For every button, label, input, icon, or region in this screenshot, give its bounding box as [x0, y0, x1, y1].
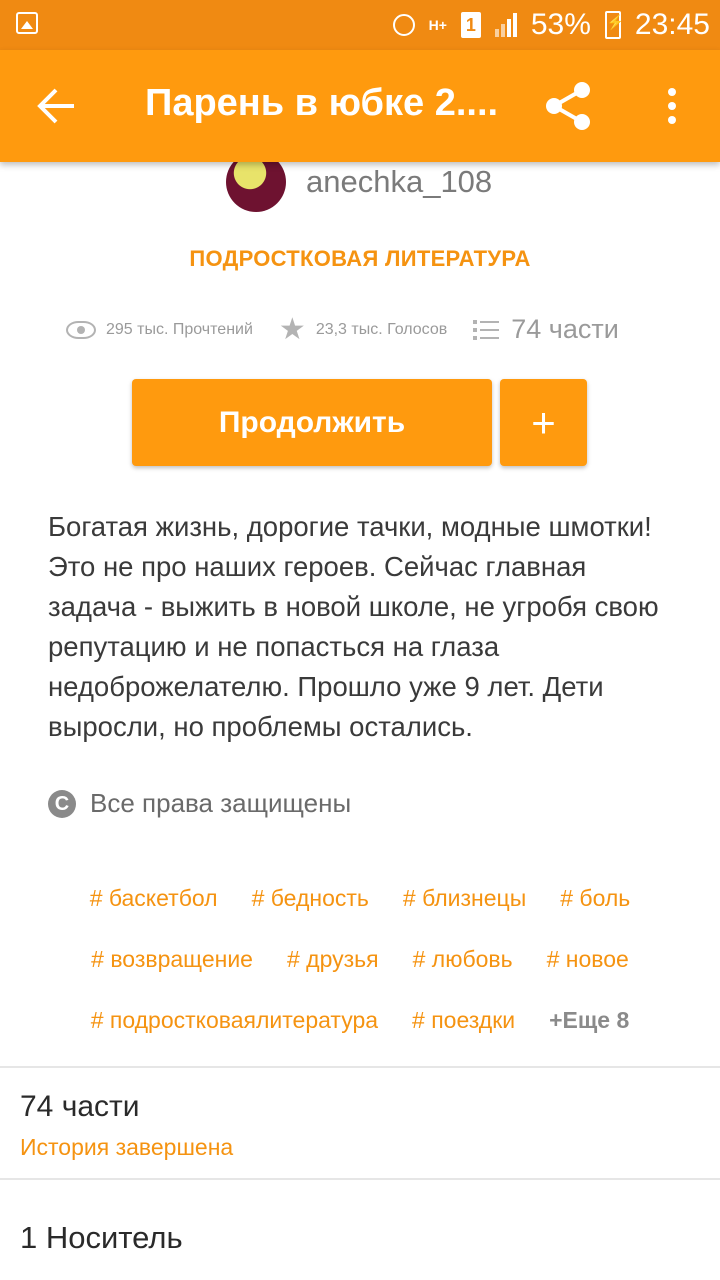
- tag[interactable]: # друзья: [287, 946, 379, 973]
- tag[interactable]: # подростковаялитература: [91, 1007, 378, 1034]
- tag-row: # баскетбол # бедность # близнецы # боль: [0, 868, 720, 929]
- parts-section-title[interactable]: 74 части: [20, 1090, 140, 1124]
- more-vert-icon[interactable]: [660, 84, 684, 128]
- alarm-icon: [392, 14, 415, 36]
- story-description: Богатая жизнь, дорогие тачки, модные шмо…: [48, 511, 659, 742]
- votes-count: 23,3 тыс. Голосов: [315, 320, 448, 338]
- list-icon: [473, 319, 500, 340]
- status-bar: H+ 1 53% 23:45: [0, 0, 720, 50]
- eye-icon: [66, 320, 96, 339]
- network-type-icon: H+: [428, 17, 447, 33]
- divider: [0, 1178, 720, 1180]
- tag[interactable]: # поездки: [412, 1007, 515, 1034]
- share-icon[interactable]: [542, 80, 594, 132]
- story-title: Парень в юбке 2....: [145, 82, 499, 124]
- story-completed-label: История завершена: [20, 1134, 234, 1160]
- copyright-icon: C: [48, 789, 76, 818]
- tag[interactable]: # баскетбол: [90, 885, 218, 912]
- add-to-library-button[interactable]: +: [500, 379, 587, 466]
- carrier-section-title[interactable]: 1 Носитель: [20, 1220, 183, 1256]
- divider: [0, 1066, 720, 1068]
- tag[interactable]: # любовь: [413, 946, 513, 973]
- battery-percent: 53%: [530, 8, 591, 41]
- tag[interactable]: # новое: [547, 946, 629, 973]
- parts-count: 74 части: [511, 314, 619, 344]
- continue-button[interactable]: Продолжить: [132, 379, 492, 466]
- battery-icon: [604, 11, 624, 39]
- copyright-label: Все права защищены: [90, 788, 352, 818]
- back-arrow-icon[interactable]: [34, 84, 78, 128]
- sim-icon: 1: [460, 12, 481, 38]
- star-icon: ★: [278, 313, 306, 346]
- author-name[interactable]: anechka_108: [306, 164, 492, 200]
- genre-label[interactable]: ПОДРОСТКОВАЯ ЛИТЕРАТУРА: [0, 246, 720, 272]
- parts-stat: 74 части: [473, 314, 619, 345]
- tag[interactable]: # бедность: [252, 885, 369, 912]
- tag[interactable]: # близнецы: [403, 885, 526, 912]
- clock: 23:45: [634, 8, 710, 41]
- votes-stat: ★ 23,3 тыс. Голосов: [279, 312, 447, 347]
- copyright-row: C Все права защищены: [48, 788, 351, 819]
- gallery-notification-icon: [16, 12, 38, 34]
- tag-row: # подростковаялитература # поездки +Еще …: [0, 990, 720, 1051]
- tag-row: # возвращение # друзья # любовь # новое: [0, 929, 720, 990]
- reads-stat: 295 тыс. Прочтений: [66, 320, 253, 339]
- reads-count: 295 тыс. Прочтений: [106, 320, 253, 338]
- stats-row: 295 тыс. Прочтений ★ 23,3 тыс. Голосов 7…: [66, 312, 645, 347]
- tag[interactable]: # боль: [560, 885, 630, 912]
- app-bar: Парень в юбке 2....: [0, 50, 720, 162]
- tag[interactable]: # возвращение: [91, 946, 253, 973]
- more-tags-button[interactable]: +Еще 8: [549, 1007, 629, 1034]
- signal-icon: [494, 13, 517, 37]
- tags-section: # баскетбол # бедность # близнецы # боль…: [0, 868, 720, 1051]
